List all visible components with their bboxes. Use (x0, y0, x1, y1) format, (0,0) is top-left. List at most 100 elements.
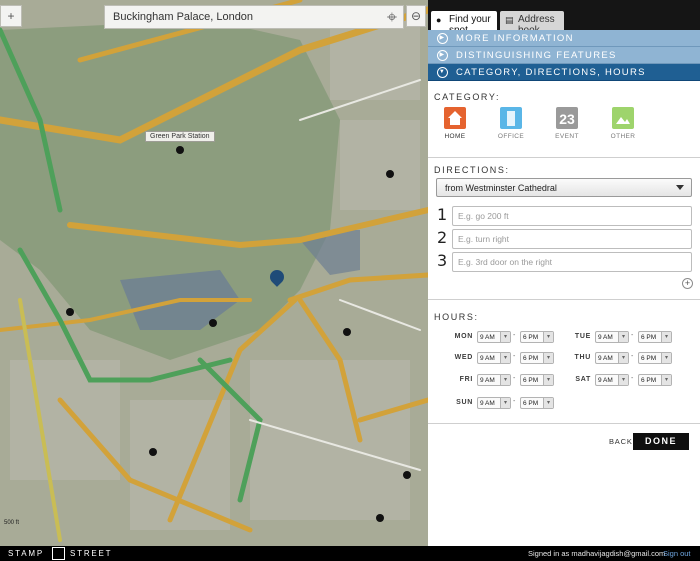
accordion-category-directions-hours[interactable]: ▼ CATEGORY, DIRECTIONS, HOURS (428, 64, 700, 81)
chevron-down-icon: ▾ (543, 398, 553, 408)
map-station-label: Green Park Station (145, 131, 215, 142)
time-value: 9 AM (480, 377, 495, 384)
category-event[interactable]: 23 EVENT (547, 107, 587, 140)
day-label: SAT (575, 376, 591, 383)
add-step-icon[interactable]: + (682, 278, 693, 289)
book-icon: ▤ (505, 15, 514, 25)
step-1-input[interactable] (452, 206, 692, 226)
time-separator: - (513, 398, 516, 405)
done-button[interactable]: DONE (633, 433, 689, 450)
map-view[interactable]: + Buckingham Palace, London ⌖ ⊖ Green Pa… (0, 0, 428, 546)
time-separator: - (513, 375, 516, 382)
directions-from-select[interactable]: from Westminster Cathedral (436, 178, 692, 197)
accordion-label: DISTINGUISHING FEATURES (456, 50, 617, 61)
time-value: 9 AM (480, 355, 495, 362)
close-time-select[interactable]: 6 PM ▾ (638, 331, 672, 343)
open-time-select[interactable]: 9 AM ▾ (595, 374, 629, 386)
day-label: MON (454, 333, 473, 340)
home-icon (444, 107, 466, 129)
open-time-select[interactable]: 9 AM ▾ (477, 331, 511, 343)
category-home[interactable]: HOME (435, 107, 475, 140)
back-button[interactable]: BACK (609, 437, 633, 446)
accordion-distinguishing-features[interactable]: ▶ DISTINGUISHING FEATURES (428, 47, 700, 64)
close-time-select[interactable]: 6 PM ▾ (638, 374, 672, 386)
map-scale: 500 ft (4, 520, 20, 526)
chevron-down-icon: ▾ (500, 375, 510, 385)
time-separator: - (631, 332, 634, 339)
map-canvas (0, 0, 428, 546)
chevron-down-icon: ▾ (618, 375, 628, 385)
day-label: TUE (574, 333, 591, 340)
map-zoom-in-icon[interactable]: + (0, 5, 22, 27)
open-time-select[interactable]: 9 AM ▾ (477, 352, 511, 364)
chevron-down-icon: ▼ (437, 67, 448, 78)
day-label: THU (574, 354, 591, 361)
chevron-down-icon: ▾ (500, 353, 510, 363)
category-label: OFFICE (497, 133, 525, 140)
time-value: 9 AM (598, 377, 613, 384)
time-separator: - (631, 353, 634, 360)
directions-heading: DIRECTIONS: (434, 165, 510, 175)
hours-heading: HOURS: (434, 312, 479, 322)
office-icon (500, 107, 522, 129)
step-2-input[interactable] (452, 229, 692, 249)
map-zoom-out-icon[interactable]: ⊖ (406, 5, 426, 27)
category-heading: CATEGORY: (434, 92, 501, 102)
calendar-icon: 23 (556, 107, 578, 129)
time-value: 6 PM (641, 355, 657, 362)
step-number: 1 (437, 205, 448, 224)
signed-in-text: Signed in as madhavijagdish@gmail.com (528, 549, 666, 558)
time-value: 9 AM (480, 334, 495, 341)
chevron-down-icon: ▾ (543, 332, 553, 342)
details-panel: ● Find your spot ▤ Address book ▶ MORE I… (428, 0, 700, 546)
direction-step-3: 3 (436, 251, 692, 272)
open-time-select[interactable]: 9 AM ▾ (595, 352, 629, 364)
time-value: 6 PM (523, 377, 539, 384)
time-value: 9 AM (598, 334, 613, 341)
accordion-label: CATEGORY, DIRECTIONS, HOURS (456, 67, 646, 78)
close-time-select[interactable]: 6 PM ▾ (520, 352, 554, 364)
category-office[interactable]: OFFICE (491, 107, 531, 140)
step-3-input[interactable] (452, 252, 692, 272)
panel-tabs: ● Find your spot ▤ Address book (428, 0, 700, 36)
chevron-down-icon: ▾ (500, 398, 510, 408)
location-icon: ● (436, 15, 442, 25)
image-icon (612, 107, 634, 129)
time-value: 6 PM (523, 334, 539, 341)
logo-icon (52, 547, 65, 560)
day-label: FRI (459, 376, 473, 383)
chevron-right-icon: ▶ (437, 50, 448, 61)
divider (428, 157, 700, 158)
chevron-down-icon: ▾ (661, 375, 671, 385)
category-label: OTHER (610, 133, 636, 140)
close-time-select[interactable]: 6 PM ▾ (520, 374, 554, 386)
chevron-down-icon: ▾ (661, 353, 671, 363)
open-time-select[interactable]: 9 AM ▾ (477, 397, 511, 409)
day-label: SUN (456, 399, 473, 406)
time-value: 6 PM (523, 400, 539, 407)
close-time-select[interactable]: 6 PM ▾ (520, 331, 554, 343)
category-label: HOME (444, 133, 466, 140)
open-time-select[interactable]: 9 AM ▾ (595, 331, 629, 343)
close-time-select[interactable]: 6 PM ▾ (638, 352, 672, 364)
divider (428, 423, 700, 424)
map-search-input[interactable]: Buckingham Palace, London (104, 5, 404, 29)
crosshair-icon[interactable]: ⌖ (380, 5, 404, 29)
tab-address-book[interactable]: ▤ Address book (500, 11, 564, 36)
tab-find-your-spot[interactable]: ● Find your spot (431, 11, 497, 36)
sign-out-link[interactable]: Sign out (663, 549, 691, 558)
accordion-more-information[interactable]: ▶ MORE INFORMATION (428, 30, 700, 47)
footer-bar: STAMP STREET Signed in as madhavijagdish… (0, 546, 700, 561)
brand-street: STREET (70, 549, 113, 558)
chevron-down-icon (676, 185, 684, 190)
direction-step-2: 2 (436, 228, 692, 249)
step-number: 3 (437, 251, 448, 270)
chevron-down-icon: ▾ (661, 332, 671, 342)
category-other[interactable]: OTHER (603, 107, 643, 140)
close-time-select[interactable]: 6 PM ▾ (520, 397, 554, 409)
open-time-select[interactable]: 9 AM ▾ (477, 374, 511, 386)
chevron-down-icon: ▾ (618, 332, 628, 342)
day-label: WED (454, 354, 473, 361)
direction-step-1: 1 (436, 205, 692, 226)
time-value: 6 PM (641, 377, 657, 384)
